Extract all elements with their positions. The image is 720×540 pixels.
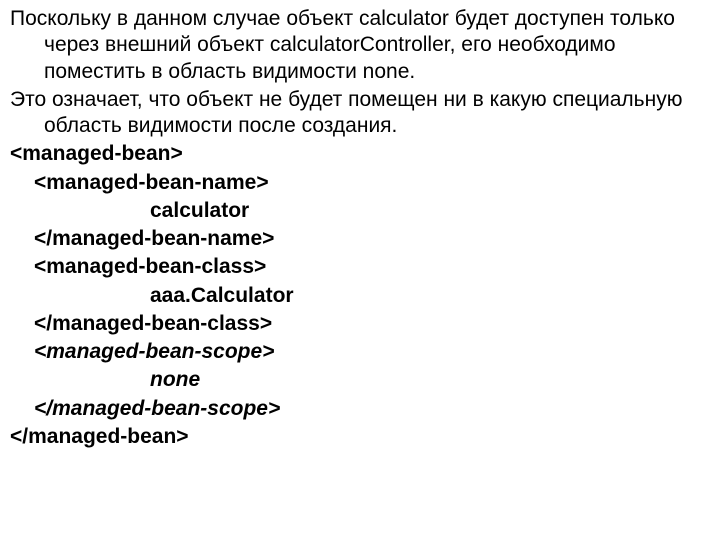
code-managed-bean-name-close: </managed-bean-name> <box>10 226 710 252</box>
paragraph-1: Поскольку в данном случае объект calcula… <box>10 6 710 85</box>
document-page: Поскольку в данном случае объект calcula… <box>0 0 720 462</box>
code-bean-name-value: calculator <box>10 198 710 224</box>
code-managed-bean-open: <managed-bean> <box>10 141 710 167</box>
code-managed-bean-class-close: </managed-bean-class> <box>10 311 710 337</box>
code-bean-scope-value: none <box>10 367 710 393</box>
code-managed-bean-class-open: <managed-bean-class> <box>10 254 710 280</box>
code-bean-class-value: aaa.Calculator <box>10 283 710 309</box>
code-managed-bean-name-open: <managed-bean-name> <box>10 170 710 196</box>
code-managed-bean-close: </managed-bean> <box>10 424 710 450</box>
paragraph-2: Это означает, что объект не будет помеще… <box>10 87 710 140</box>
code-managed-bean-scope-open: <managed-bean-scope> <box>10 339 710 365</box>
code-managed-bean-scope-close: </managed-bean-scope> <box>10 396 710 422</box>
